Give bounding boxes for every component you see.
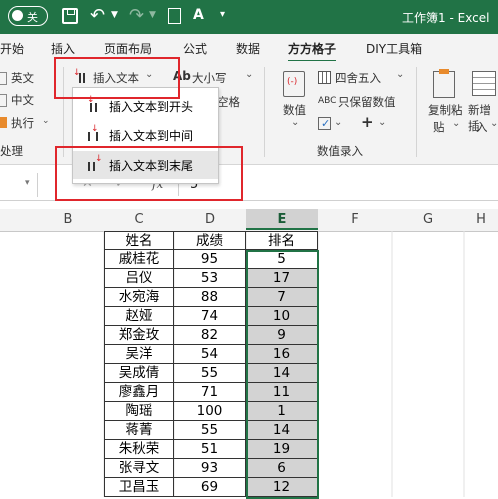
insert-start-icon: ↓	[87, 95, 101, 113]
table-cell-score[interactable]: 74	[174, 307, 246, 326]
abc-icon: ABC	[318, 96, 337, 106]
new-insert-dropdown-icon[interactable]: ⌄	[490, 118, 498, 129]
customize-qat-icon[interactable]: ▾	[220, 9, 225, 20]
copy-paste-dropdown-icon[interactable]: ⌄	[452, 118, 460, 129]
tab-insert[interactable]: 插入	[51, 40, 75, 57]
tab-page-layout[interactable]: 页面布局	[104, 40, 152, 57]
table-cell-score[interactable]: 71	[174, 383, 246, 402]
name-box-dropdown-icon[interactable]: ▾	[25, 178, 30, 188]
table-cell-score[interactable]: 69	[174, 478, 246, 497]
plus-button[interactable]: +	[361, 113, 374, 131]
column-header-f[interactable]: F	[318, 212, 392, 227]
space-button[interactable]: 空格	[217, 94, 240, 110]
selection-range-e	[246, 250, 319, 499]
highlight-insert-at-end	[55, 146, 243, 201]
case-button[interactable]: 大小写	[192, 70, 227, 86]
autosave-toggle[interactable]: 关	[8, 6, 48, 26]
new-insert-icon	[472, 71, 496, 96]
group-label-process: 处理	[0, 144, 23, 158]
plus-dropdown-icon[interactable]: ⌄	[378, 117, 386, 128]
table-cell-name[interactable]: 廖鑫月	[104, 383, 174, 402]
table-cell-name[interactable]: 朱秋荣	[104, 440, 174, 459]
column-header-h[interactable]: H	[464, 212, 498, 227]
table-cell-score[interactable]: 51	[174, 440, 246, 459]
column-headers: B C D E F G H	[0, 209, 498, 232]
table-cell-score[interactable]: 55	[174, 421, 246, 440]
insert-middle-icon: ↓	[87, 124, 101, 142]
table-cell-name[interactable]: 吴洋	[104, 345, 174, 364]
tab-diy-toolbox[interactable]: DIY工具箱	[366, 40, 422, 57]
tab-data[interactable]: 数据	[236, 40, 260, 57]
numeric-dropdown-icon[interactable]: ⌄	[291, 117, 299, 128]
numeric-icon: (-)	[283, 71, 305, 97]
table-cell-name[interactable]: 水宛海	[104, 288, 174, 307]
round-button[interactable]: 四舍五入	[335, 70, 381, 86]
table-cell-name[interactable]: 吕仪	[104, 269, 174, 288]
autosave-state: 关	[27, 11, 38, 24]
copy-paste-icon	[433, 69, 455, 98]
english-button[interactable]: 英文	[11, 70, 34, 86]
redo-dropdown-icon[interactable]: ▼	[149, 10, 156, 20]
round-icon	[318, 71, 331, 84]
save-icon[interactable]	[62, 8, 78, 24]
table-cell-score[interactable]: 54	[174, 345, 246, 364]
keep-value-button[interactable]: 只保留数值	[338, 94, 396, 110]
execute-button[interactable]: 执行	[11, 115, 34, 131]
undo-icon[interactable]: ↶	[90, 5, 105, 26]
menu-item-insert-in-middle[interactable]: ↓ 插入文本到中间	[73, 121, 218, 149]
table-cell-name[interactable]: 戚桂花	[104, 250, 174, 269]
round-dropdown-icon[interactable]: ⌄	[396, 69, 404, 80]
execute-icon[interactable]	[0, 117, 7, 128]
undo-dropdown-icon[interactable]: ▼	[111, 10, 118, 20]
table-cell-score[interactable]: 53	[174, 269, 246, 288]
execute-dropdown-icon[interactable]: ⌄	[42, 116, 50, 126]
table-cell-score[interactable]: 82	[174, 326, 246, 345]
name-box[interactable]: ▾	[0, 173, 38, 197]
table-cell-score[interactable]: 55	[174, 364, 246, 383]
highlight-insert-text-button	[54, 57, 180, 99]
numeric-button[interactable]: 数值	[283, 102, 306, 118]
font-color-icon[interactable]: A	[193, 7, 204, 23]
toggle-knob	[12, 10, 23, 21]
table-cell-score[interactable]: 100	[174, 402, 246, 421]
table-cell-score[interactable]: 95	[174, 250, 246, 269]
column-header-b[interactable]: B	[40, 212, 96, 227]
column-header-e[interactable]: E	[246, 212, 318, 227]
redo-icon[interactable]: ↷	[129, 5, 144, 26]
copy-paste-button-line2[interactable]: 贴	[433, 119, 445, 135]
chinese-button[interactable]: 中文	[11, 92, 34, 108]
table-cell-name[interactable]: 吴成倩	[104, 364, 174, 383]
checkbox-icon[interactable]	[0, 72, 7, 85]
table-cell-name[interactable]: 蒋菁	[104, 421, 174, 440]
table-header-rank[interactable]: 排名	[246, 231, 318, 250]
table-cell-name[interactable]: 张寻文	[104, 459, 174, 478]
column-header-c[interactable]: C	[104, 212, 174, 227]
window-title: 工作簿1 - Excel	[402, 11, 490, 25]
column-header-g[interactable]: G	[392, 212, 464, 227]
table-header-name[interactable]: 姓名	[104, 231, 174, 250]
tab-fangfang-gezi[interactable]: 方方格子	[288, 40, 337, 63]
checkbox-icon[interactable]	[0, 94, 7, 107]
table-cell-name[interactable]: 郑金玫	[104, 326, 174, 345]
tab-home[interactable]: 开始	[0, 40, 24, 57]
case-dropdown-icon[interactable]: ⌄	[245, 69, 253, 80]
table-cell-score[interactable]: 88	[174, 288, 246, 307]
table-cell-name[interactable]: 赵娅	[104, 307, 174, 326]
table-cell-score[interactable]: 93	[174, 459, 246, 478]
group-label-numeric-entry: 数值录入	[317, 144, 363, 158]
edit-check-dropdown-icon[interactable]: ⌄	[334, 117, 342, 128]
copy-paste-button[interactable]: 复制粘	[428, 102, 463, 118]
table-cell-name[interactable]: 卫昌玉	[104, 478, 174, 497]
edit-check-icon[interactable]: ✓	[318, 117, 331, 130]
title-bar: 关 ↶ ▼ ↷ ▼ A ▾ 工作簿1 - Excel	[0, 0, 498, 34]
table-header-score[interactable]: 成绩	[174, 231, 246, 250]
new-insert-button-line2[interactable]: 入	[476, 119, 488, 135]
table-cell-name[interactable]: 陶瑶	[104, 402, 174, 421]
column-header-d[interactable]: D	[174, 212, 246, 227]
document-icon[interactable]	[168, 8, 181, 24]
tab-formulas[interactable]: 公式	[183, 40, 207, 57]
worksheet-grid: 姓名 成绩 排名 戚桂花 95 5 吕仪 53 17 水宛海 88 7 赵娅 74 10 郑金玫 82 9 吴洋 54…	[0, 231, 498, 499]
